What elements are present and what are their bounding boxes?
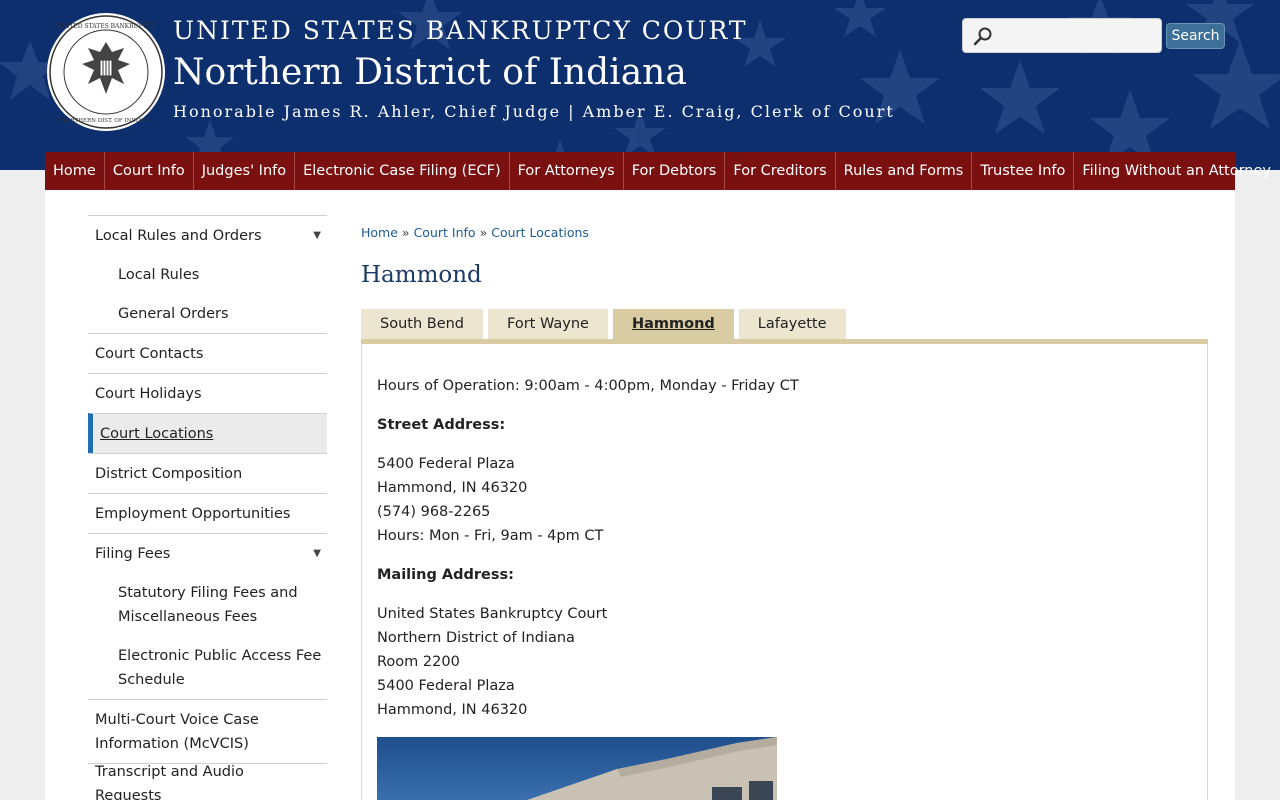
label-line-1: Electronic Public Access Fee bbox=[118, 647, 322, 664]
sidebar-item-local-rules-and-orders[interactable]: Local Rules and Orders ▼ bbox=[88, 215, 327, 255]
main-navigation: Home Court Info Judges' Info Electronic … bbox=[45, 152, 1271, 190]
nav-judges-info[interactable]: Judges' Info bbox=[194, 152, 296, 190]
phone-number: (574) 968-2265 bbox=[377, 504, 491, 520]
site-header: UNITED STATES BANKRUPTCY NORTHERN DIST. … bbox=[0, 0, 1280, 170]
nav-rules-and-forms[interactable]: Rules and Forms bbox=[836, 152, 973, 190]
nav-ecf[interactable]: Electronic Case Filing (ECF) bbox=[295, 152, 510, 190]
sidebar-item-label: Filing Fees bbox=[95, 545, 171, 562]
search-button[interactable]: Search bbox=[1166, 23, 1225, 49]
street-address-heading: Street Address: bbox=[377, 417, 506, 433]
courthouse-photo bbox=[377, 737, 777, 800]
mailing-address-line: 5400 Federal Plaza bbox=[377, 678, 515, 694]
nav-filing-without-attorney[interactable]: Filing Without an Attorney bbox=[1074, 152, 1279, 190]
search-box bbox=[962, 18, 1162, 53]
mailing-address-line: United States Bankruptcy Court bbox=[377, 606, 608, 622]
district-name-title: Northern District of Indiana bbox=[173, 52, 687, 93]
location-tabs: South Bend Fort Wayne Hammond Lafayette bbox=[361, 309, 851, 339]
breadcrumb-link-court-locations[interactable]: Court Locations bbox=[491, 225, 589, 240]
page-title: Hammond bbox=[361, 262, 482, 288]
breadcrumb-link-home[interactable]: Home bbox=[361, 225, 398, 240]
sidebar-item-mcvcis[interactable]: Multi-Court Voice Case Information (McVCI… bbox=[88, 699, 327, 763]
tab-fort-wayne[interactable]: Fort Wayne bbox=[488, 309, 608, 339]
sidebar-item-label: Multi-Court Voice Case Information (McVCI… bbox=[95, 708, 259, 756]
sidebar-subitem-label: Local Rules bbox=[118, 266, 200, 283]
sidebar-item-label: Court Holidays bbox=[95, 385, 202, 402]
breadcrumb: Home» Court Info» Court Locations bbox=[361, 225, 589, 240]
chevron-down-icon[interactable]: ▼ bbox=[313, 224, 321, 248]
mailing-address-line: Hammond, IN 46320 bbox=[377, 702, 528, 718]
nav-trustee-info[interactable]: Trustee Info bbox=[972, 152, 1075, 190]
sidebar-subitem-label: Electronic Public Access Fee Schedule bbox=[118, 644, 321, 692]
nav-for-creditors[interactable]: For Creditors bbox=[725, 152, 836, 190]
sidebar-subitem-general-orders[interactable]: General Orders bbox=[88, 294, 327, 333]
sidebar-item-district-composition[interactable]: District Composition bbox=[88, 453, 327, 493]
svg-text:UNITED STATES BANKRUPTCY: UNITED STATES BANKRUPTCY bbox=[57, 23, 157, 30]
judges-clerk-line: Honorable James R. Ahler, Chief Judge | … bbox=[173, 102, 895, 121]
sidebar-subitem-statutory-filing-fees[interactable]: Statutory Filing Fees and Miscellaneous F… bbox=[88, 573, 327, 636]
street-address-line: Hammond, IN 46320 bbox=[377, 480, 528, 496]
sidebar-item-employment-opportunities[interactable]: Employment Opportunities bbox=[88, 493, 327, 533]
mailing-address-line: Room 2200 bbox=[377, 654, 460, 670]
mailing-address-line: Northern District of Indiana bbox=[377, 630, 575, 646]
chevron-down-icon[interactable]: ▼ bbox=[313, 542, 321, 566]
sidebar-menu: Local Rules and Orders ▼ Local Rules Gen… bbox=[88, 215, 327, 800]
tab-south-bend[interactable]: South Bend bbox=[361, 309, 484, 339]
hours-of-operation: Hours of Operation: 9:00am - 4:00pm, Mon… bbox=[377, 378, 799, 394]
court-name-line: UNITED STATES BANKRUPTCY COURT bbox=[173, 16, 748, 45]
sidebar-item-court-contacts[interactable]: Court Contacts bbox=[88, 333, 327, 373]
sidebar-item-label: Transcript and Audio Requests bbox=[95, 763, 244, 800]
sidebar-item-filing-fees[interactable]: Filing Fees ▼ bbox=[88, 533, 327, 573]
office-hours: Hours: Mon - Fri, 9am - 4pm CT bbox=[377, 528, 604, 544]
sidebar-item-transcript-audio-requests[interactable]: Transcript and Audio Requests bbox=[88, 763, 327, 800]
street-address-line: 5400 Federal Plaza bbox=[377, 456, 515, 472]
sidebar-item-label: Employment Opportunities bbox=[95, 505, 291, 522]
label-line-1: Statutory Filing Fees and bbox=[118, 584, 298, 601]
sidebar-item-label: Court Locations bbox=[100, 425, 214, 442]
court-seal-logo: UNITED STATES BANKRUPTCY NORTHERN DIST. … bbox=[47, 13, 165, 131]
sidebar-item-court-holidays[interactable]: Court Holidays bbox=[88, 373, 327, 413]
label-line-1: Multi-Court Voice Case bbox=[95, 711, 259, 728]
nav-for-debtors[interactable]: For Debtors bbox=[624, 152, 726, 190]
tab-hammond[interactable]: Hammond bbox=[612, 309, 734, 339]
tab-lafayette[interactable]: Lafayette bbox=[738, 309, 846, 339]
sidebar-subitem-label: Statutory Filing Fees and Miscellaneous F… bbox=[118, 581, 298, 629]
sidebar-item-label: District Composition bbox=[95, 465, 243, 482]
label-line-2: Schedule bbox=[118, 671, 185, 688]
nav-home[interactable]: Home bbox=[45, 152, 105, 190]
sidebar-subitem-epa-fee-schedule[interactable]: Electronic Public Access Fee Schedule bbox=[88, 636, 327, 699]
breadcrumb-separator: » bbox=[479, 225, 488, 240]
label-line-2: Miscellaneous Fees bbox=[118, 608, 258, 625]
mailing-address-heading: Mailing Address: bbox=[377, 567, 514, 583]
svg-text:NORTHERN DIST. OF INDIANA: NORTHERN DIST. OF INDIANA bbox=[61, 118, 152, 124]
search-input[interactable] bbox=[997, 23, 1157, 49]
sidebar-item-label: Local Rules and Orders bbox=[95, 227, 262, 244]
breadcrumb-link-court-info[interactable]: Court Info bbox=[414, 225, 476, 240]
sidebar-subitem-local-rules[interactable]: Local Rules bbox=[88, 255, 327, 294]
label-line-2: Information (McVCIS) bbox=[95, 735, 249, 752]
search-icon bbox=[973, 27, 992, 46]
sidebar-item-court-locations[interactable]: Court Locations bbox=[88, 413, 327, 453]
sidebar-item-label: Court Contacts bbox=[95, 345, 204, 362]
nav-for-attorneys[interactable]: For Attorneys bbox=[510, 152, 624, 190]
sidebar-subitem-label: General Orders bbox=[118, 305, 229, 322]
nav-court-info[interactable]: Court Info bbox=[105, 152, 194, 190]
breadcrumb-separator: » bbox=[401, 225, 410, 240]
